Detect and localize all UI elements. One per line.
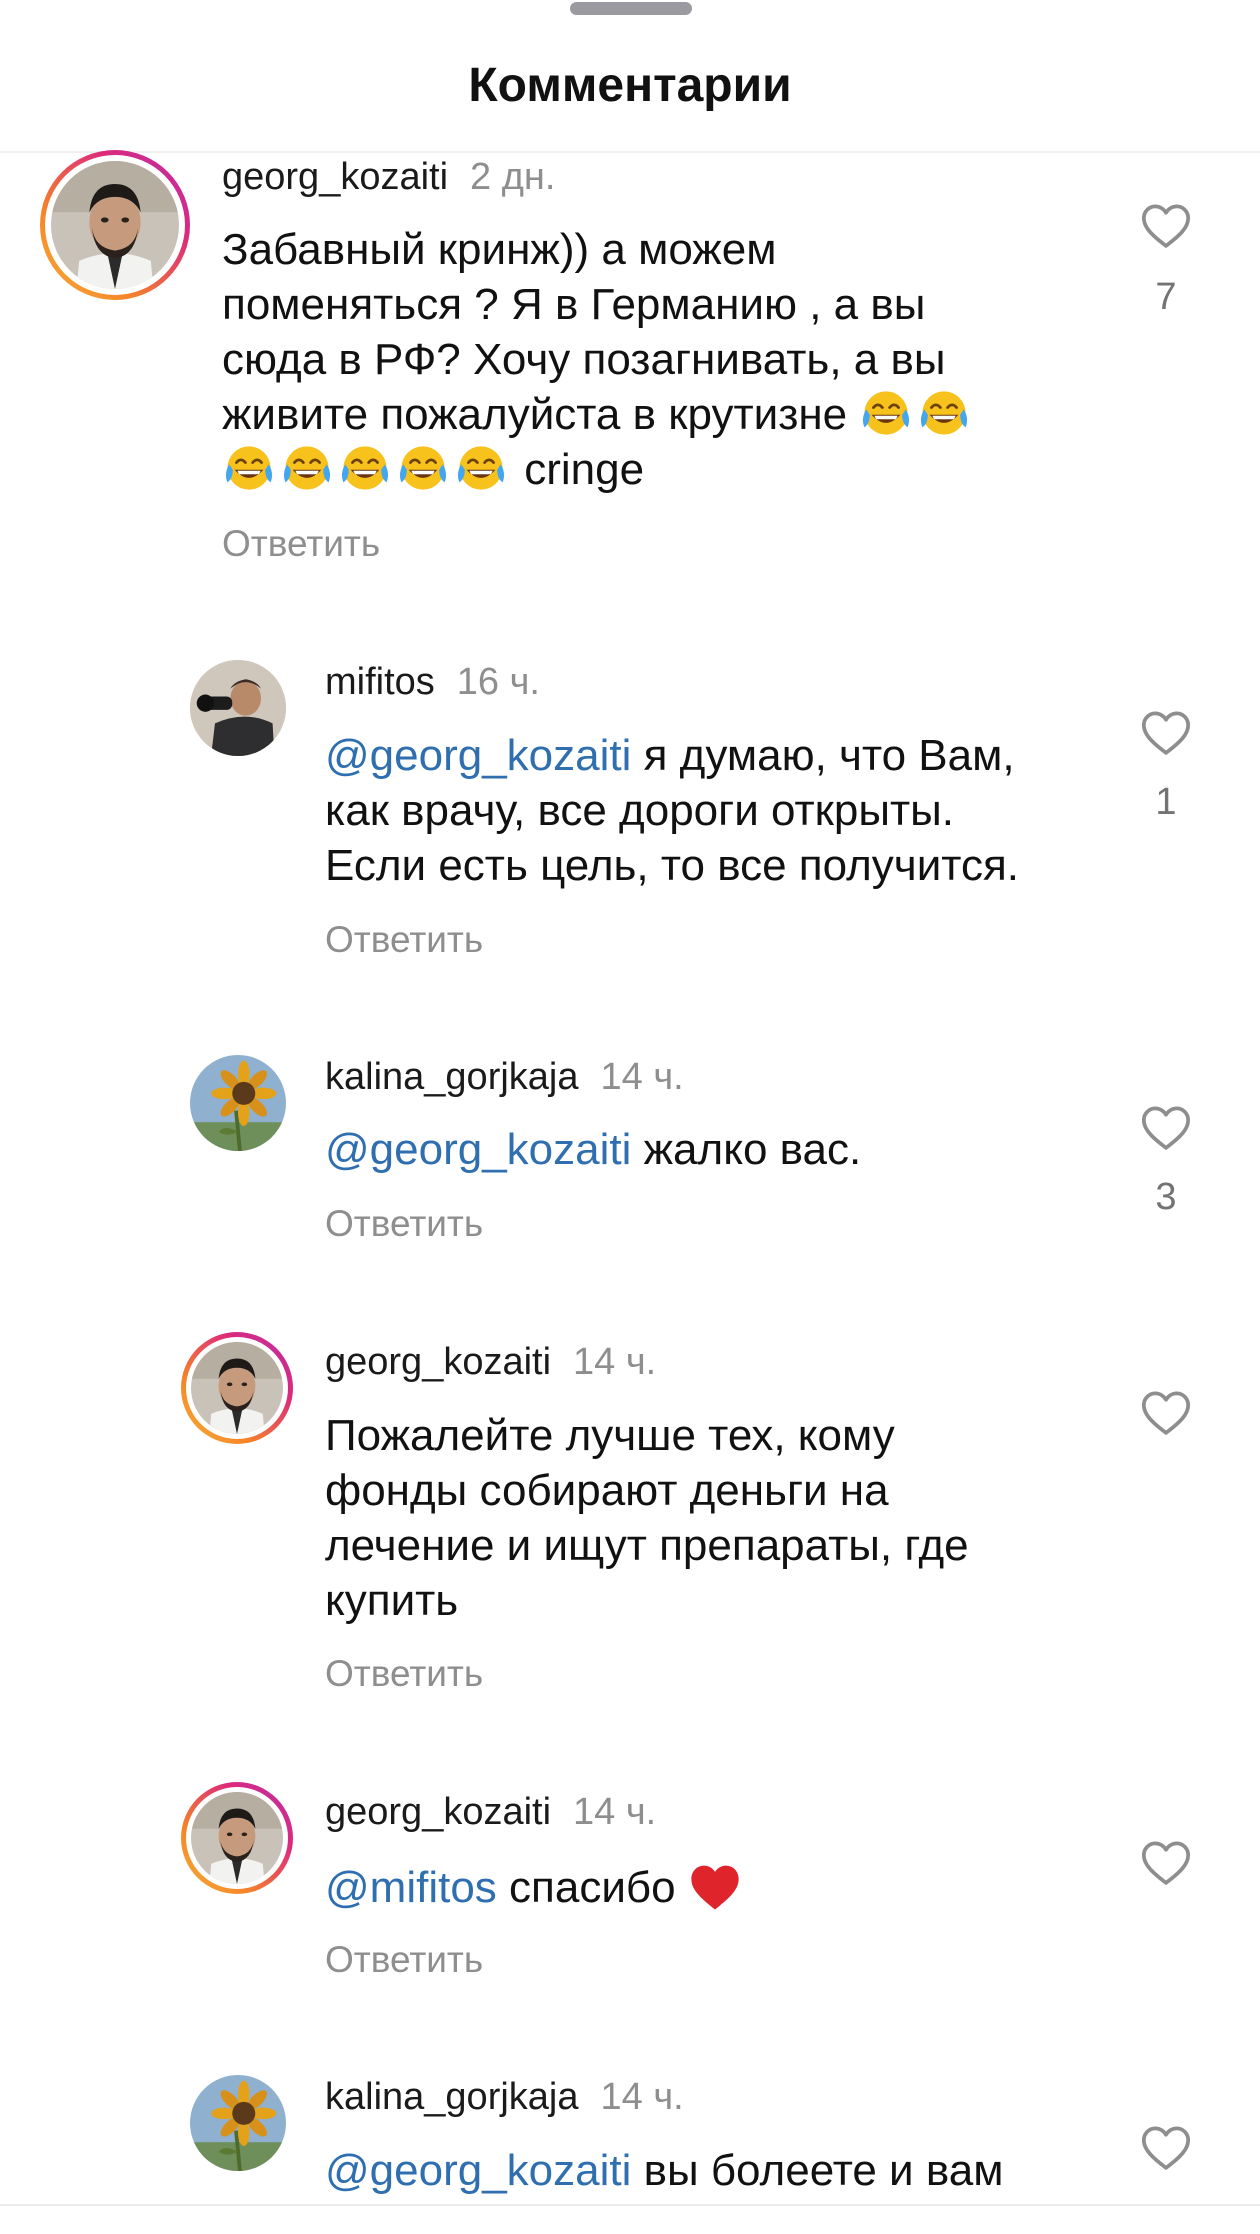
- reply-button[interactable]: Ответить: [325, 918, 483, 962]
- laughing-emoji-icon: [280, 442, 334, 494]
- comment-timestamp: 14 ч.: [573, 1341, 657, 1383]
- mention-link[interactable]: @georg_kozaiti: [325, 2146, 631, 2195]
- comment-username[interactable]: mifitos: [325, 661, 435, 703]
- comment-text: Пожалейте лучше тех, кому фонды собирают…: [325, 1411, 969, 1625]
- comment-username[interactable]: georg_kozaiti: [325, 1791, 551, 1833]
- comment-timestamp: 16 ч.: [456, 661, 540, 703]
- header-divider: [0, 151, 1260, 153]
- comment-text: @georg_kozaiti я думаю, что Вам, как вра…: [325, 731, 1020, 890]
- heart-icon[interactable]: [1136, 705, 1196, 761]
- comment-username[interactable]: kalina_gorjkaja: [325, 1056, 579, 1098]
- comment-timestamp: 14 ч.: [600, 1056, 684, 1098]
- heart-icon[interactable]: [1136, 198, 1196, 254]
- laughing-emoji-icon: [338, 442, 392, 494]
- avatar-sunflower: [190, 1055, 286, 1151]
- bottom-divider: [0, 2204, 1260, 2206]
- drag-handle[interactable]: [570, 2, 692, 15]
- comment-username[interactable]: georg_kozaiti: [325, 1341, 551, 1383]
- avatar[interactable]: [190, 660, 286, 756]
- mention-link[interactable]: @mifitos: [325, 1863, 497, 1912]
- avatar[interactable]: [190, 2075, 286, 2171]
- comment-timestamp: 14 ч.: [573, 1791, 657, 1833]
- mention-link[interactable]: @georg_kozaiti: [325, 1125, 631, 1174]
- comment-timestamp: 14 ч.: [600, 2076, 684, 2118]
- comment-username[interactable]: georg_kozaiti: [222, 156, 448, 198]
- mention-link[interactable]: @georg_kozaiti: [325, 731, 631, 780]
- avatar-mifitos: [190, 660, 286, 756]
- reply-button[interactable]: Ответить: [325, 1938, 483, 1982]
- avatar-georg: [191, 1792, 283, 1884]
- like-count: 1: [1155, 781, 1177, 823]
- reply-button[interactable]: Ответить: [222, 522, 380, 566]
- comment-username[interactable]: kalina_gorjkaja: [325, 2076, 579, 2118]
- avatar[interactable]: [190, 1055, 286, 1151]
- laughing-emoji-icon: [396, 442, 450, 494]
- comment-timestamp: 2 дн.: [470, 156, 556, 198]
- page-title: Комментарии: [468, 59, 792, 112]
- heart-icon[interactable]: [1136, 1835, 1196, 1891]
- comment-text: @georg_kozaiti жалко вас.: [325, 1125, 862, 1174]
- avatar-georg: [51, 161, 179, 289]
- avatar-georg: [191, 1342, 283, 1434]
- avatar[interactable]: [181, 1782, 293, 1894]
- laughing-emoji-icon: [222, 442, 276, 494]
- reply-button[interactable]: Ответить: [325, 1202, 483, 1246]
- heart-icon[interactable]: [1136, 1100, 1196, 1156]
- reply-button[interactable]: Ответить: [325, 1652, 483, 1696]
- comment-text: @mifitos спасибо: [325, 1860, 1125, 1915]
- comment-text: @georg_kozaiti вы болеете и вам: [325, 2146, 1004, 2195]
- comment-text: Забавный кринж)) а можем поменяться ? Я …: [222, 222, 1122, 497]
- avatar[interactable]: [181, 1332, 293, 1444]
- laughing-emoji-icon: [454, 442, 508, 494]
- heart-icon[interactable]: [1136, 1385, 1196, 1441]
- avatar-sunflower: [190, 2075, 286, 2171]
- red-heart-emoji-icon: [688, 1862, 742, 1912]
- like-count: 7: [1155, 276, 1177, 318]
- like-count: 3: [1155, 1176, 1177, 1218]
- laughing-emoji-icon: [859, 387, 913, 439]
- laughing-emoji-icon: [917, 387, 971, 439]
- heart-icon[interactable]: [1136, 2120, 1196, 2176]
- avatar[interactable]: [40, 150, 190, 300]
